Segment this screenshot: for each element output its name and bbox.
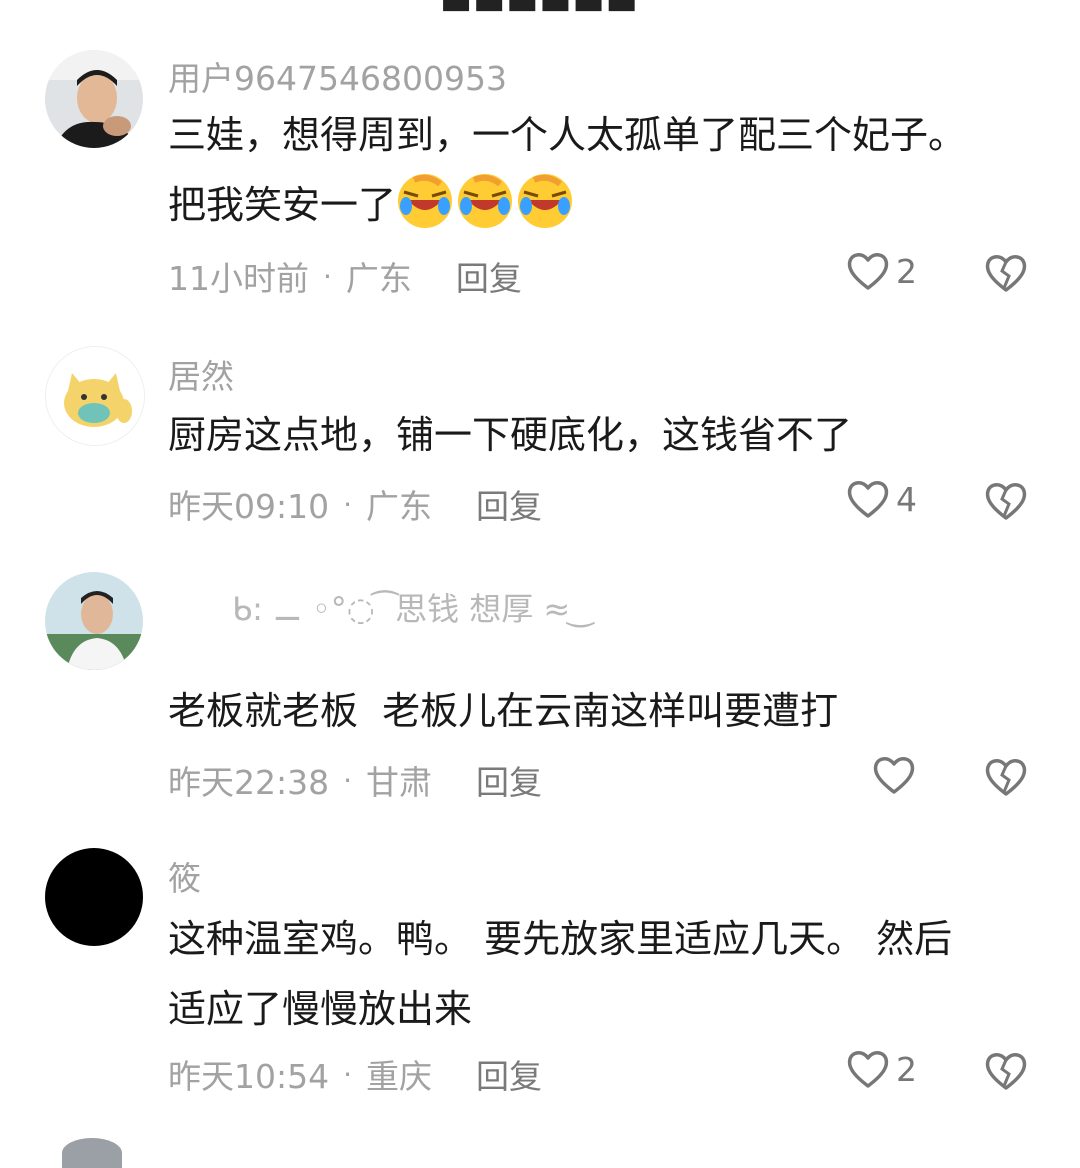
heart-outline-icon bbox=[847, 253, 889, 290]
comment-text-line: 厨房这点地，铺一下硬底化，这钱省不了 bbox=[168, 413, 853, 457]
comment-location: 重庆 bbox=[366, 1057, 433, 1096]
broken-heart-icon bbox=[985, 759, 1027, 796]
separator-dot: · bbox=[343, 487, 353, 521]
comment-text: 这种温室鸡。鸭。 要先放家里适应几天。 然后 适应了慢慢放出来 bbox=[168, 904, 1048, 1044]
username[interactable]: 筱 bbox=[168, 852, 201, 900]
comment-meta: 昨天09:10 · 广东 回复 bbox=[168, 480, 542, 528]
comment-location: 广东 bbox=[366, 487, 433, 526]
like-count: 2 bbox=[896, 251, 917, 291]
dislike-button[interactable] bbox=[984, 1050, 1028, 1096]
user-signature: ᑲ: ⚊ ◦°◌ ͡ 思钱 想厚 ≈ ͜ bbox=[232, 584, 580, 630]
comment-text-line: 适应了慢慢放出来 bbox=[168, 987, 473, 1031]
comment-text-fragment: 把我笑安一了 bbox=[168, 183, 397, 227]
avatar[interactable] bbox=[45, 848, 143, 946]
username[interactable]: 用户9647546800953 bbox=[168, 52, 507, 100]
comment-text-line: 三娃，想得周到，一个人太孤单了配三个妃子。 bbox=[168, 113, 967, 157]
laugh-cry-emoji-icon bbox=[456, 172, 514, 230]
reply-button[interactable]: 回复 bbox=[476, 756, 542, 804]
dislike-button[interactable] bbox=[984, 756, 1028, 802]
avatar[interactable] bbox=[45, 50, 143, 148]
laugh-cry-emoji-icon bbox=[516, 172, 574, 230]
like-button[interactable]: 4 bbox=[846, 478, 917, 520]
comment-time: 昨天22:38 bbox=[168, 763, 330, 802]
comment-meta: 昨天22:38 · 甘肃 回复 bbox=[168, 756, 542, 804]
comment-meta: 昨天10:54 · 重庆 回复 bbox=[168, 1050, 542, 1098]
header-fragment: ■■■■■■ bbox=[440, 0, 639, 16]
comment-time: 昨天10:54 bbox=[168, 1057, 330, 1096]
reply-button[interactable]: 回复 bbox=[476, 1050, 542, 1098]
laugh-cry-emoji-icon bbox=[396, 172, 454, 230]
avatar[interactable] bbox=[45, 346, 145, 446]
signature-decoration: ≈ ͜ bbox=[543, 590, 581, 628]
heart-outline-icon bbox=[873, 757, 915, 794]
dislike-button[interactable] bbox=[984, 252, 1028, 298]
like-button[interactable]: 2 bbox=[846, 1048, 917, 1090]
comment-time: 11小时前 bbox=[168, 259, 309, 298]
avatar[interactable] bbox=[45, 572, 143, 670]
broken-heart-icon bbox=[985, 1053, 1027, 1090]
separator-dot: · bbox=[323, 259, 332, 293]
reply-button[interactable]: 回复 bbox=[476, 480, 542, 528]
signature-decoration: ᑲ: ⚊ ◦°◌ ͡ bbox=[232, 590, 385, 628]
dislike-button[interactable] bbox=[984, 480, 1028, 526]
broken-heart-icon bbox=[985, 483, 1027, 520]
avatar[interactable] bbox=[62, 1138, 122, 1168]
like-count: 2 bbox=[896, 1049, 917, 1089]
like-button[interactable]: 2 bbox=[846, 250, 917, 292]
comment-text: 老板就老板 老板儿在云南这样叫要遭打 bbox=[168, 676, 1048, 746]
comment-text: 厨房这点地，铺一下硬底化，这钱省不了 bbox=[168, 400, 1048, 470]
like-button[interactable] bbox=[872, 754, 922, 796]
comment-location: 广东 bbox=[345, 259, 412, 298]
signature-text: 思钱 想厚 bbox=[395, 590, 534, 628]
broken-heart-icon bbox=[985, 255, 1027, 292]
comment-text-line: 老板就老板 老板儿在云南这样叫要遭打 bbox=[168, 689, 839, 733]
comment-text-line: 这种温室鸡。鸭。 要先放家里适应几天。 然后 bbox=[168, 917, 953, 961]
like-count: 4 bbox=[896, 479, 917, 519]
comment-location: 甘肃 bbox=[366, 763, 433, 802]
comment-text: 三娃，想得周到，一个人太孤单了配三个妃子。 把我笑安一了 bbox=[168, 100, 1048, 240]
comment-meta: 11小时前 · 广东 回复 bbox=[168, 252, 522, 300]
separator-dot: · bbox=[343, 763, 353, 797]
comment-text-line: 把我笑安一了 bbox=[168, 170, 1048, 240]
reply-button[interactable]: 回复 bbox=[456, 252, 522, 300]
heart-outline-icon bbox=[847, 481, 889, 518]
username[interactable]: 居然 bbox=[168, 350, 234, 398]
heart-outline-icon bbox=[847, 1051, 889, 1088]
comment-time: 昨天09:10 bbox=[168, 487, 330, 526]
separator-dot: · bbox=[343, 1057, 353, 1091]
